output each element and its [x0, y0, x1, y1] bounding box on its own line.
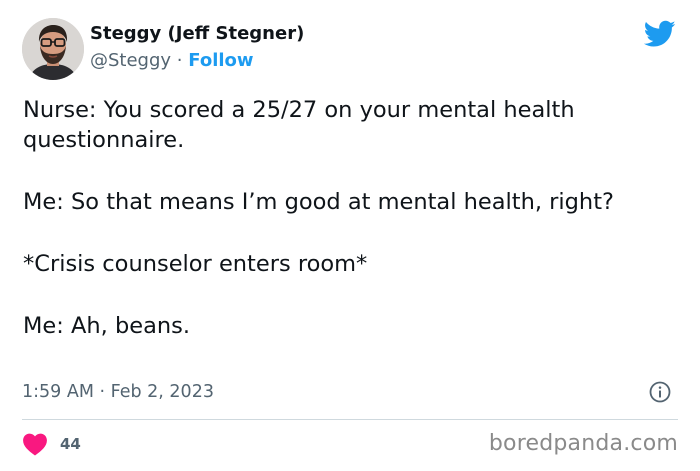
- handle-row: @Steggy · Follow: [90, 48, 304, 74]
- tweet-paragraph: Me: Ah, beans.: [23, 313, 190, 339]
- tweet-timestamp[interactable]: 1:59 AM · Feb 2, 2023: [22, 382, 214, 402]
- like-button[interactable]: 44: [22, 432, 81, 456]
- divider: [22, 419, 678, 420]
- author-handle[interactable]: @Steggy: [90, 50, 171, 71]
- author-info: Steggy (Jeff Stegner) @Steggy · Follow: [90, 22, 304, 74]
- like-count: 44: [60, 435, 81, 453]
- tweet-body: Nurse: You scored a 25/27 on your mental…: [23, 95, 663, 341]
- tweet-paragraph: Nurse: You scored a 25/27 on your mental…: [23, 97, 575, 153]
- separator-dot: ·: [176, 50, 183, 71]
- watermark: boredpanda.com: [488, 431, 678, 456]
- twitter-bird-icon[interactable]: [644, 20, 676, 48]
- tweet-card: Steggy (Jeff Stegner) @Steggy · Follow N…: [0, 0, 700, 471]
- heart-icon: [23, 433, 47, 456]
- bearded-man-avatar-icon: [22, 18, 84, 80]
- author-display-name[interactable]: Steggy (Jeff Stegner): [90, 22, 304, 46]
- tweet-header: Steggy (Jeff Stegner) @Steggy · Follow: [22, 18, 678, 80]
- tweet-meta: 1:59 AM · Feb 2, 2023: [22, 378, 678, 406]
- tweet-paragraph: *Crisis counselor enters room*: [23, 251, 368, 277]
- tweet-paragraph: Me: So that means I’m good at mental hea…: [23, 189, 614, 215]
- info-icon[interactable]: [648, 380, 672, 404]
- avatar[interactable]: [22, 18, 84, 80]
- tweet-footer: 44 boredpanda.com: [22, 428, 678, 460]
- follow-button[interactable]: Follow: [188, 50, 253, 71]
